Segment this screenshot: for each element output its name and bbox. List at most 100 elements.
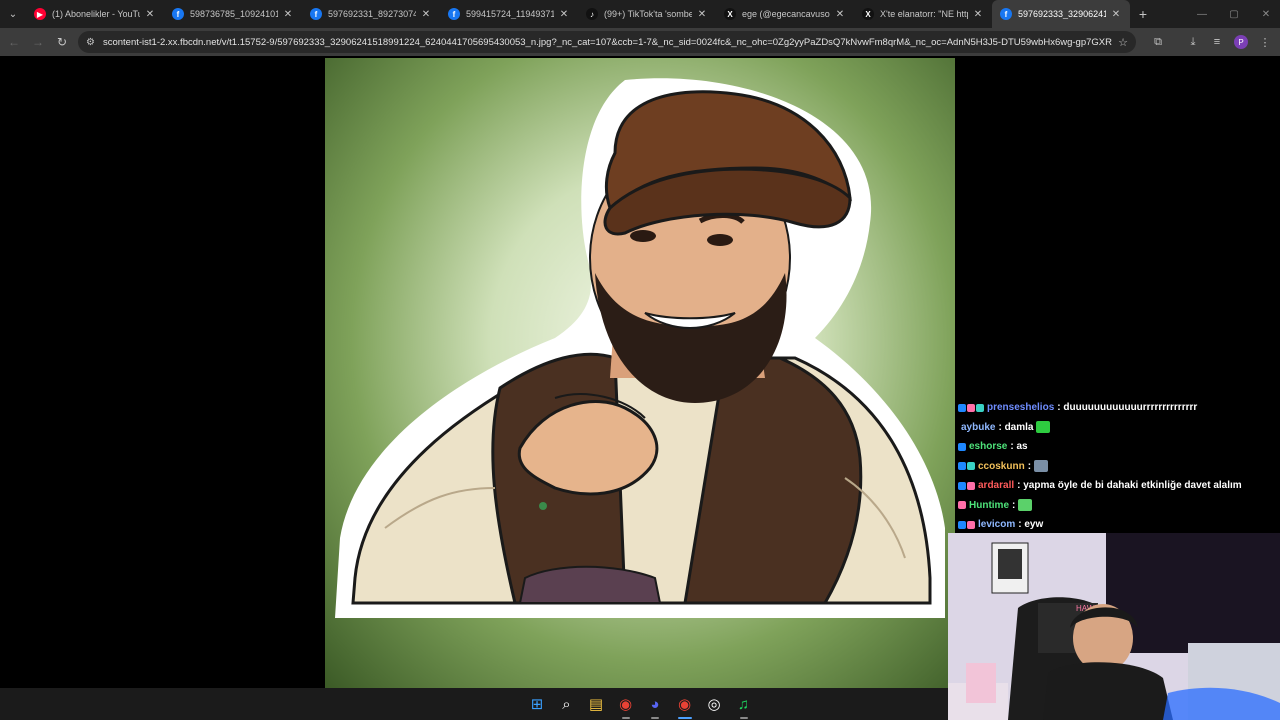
discord-icon[interactable]: ◕ [645, 694, 665, 714]
tab-close-icon[interactable]: ✕ [696, 9, 708, 20]
chat-username[interactable]: eshorse [969, 441, 1007, 452]
chat-text: : [1012, 499, 1016, 511]
tab-title: X'te elanatorr: "NE https:// [880, 9, 968, 19]
browser-tab[interactable]: f 599415724_1194937102658 ✕ [440, 0, 578, 28]
tab-close-icon[interactable]: ✕ [558, 9, 570, 20]
chat-badges [958, 501, 966, 510]
tab-title: 597692331_8927307400051 [328, 9, 416, 19]
chat-emote-icon [1018, 499, 1033, 512]
running-indicator [621, 717, 630, 719]
browser-tab[interactable]: ▶ (1) Abonelikler - YouTube ✕ [26, 0, 164, 28]
webcam-overlay: HAWK [948, 533, 1280, 720]
chat-message: levicom: eyw [958, 515, 1278, 535]
tab-close-icon[interactable]: ✕ [420, 9, 432, 20]
chat-username[interactable]: ccoskunn [978, 461, 1025, 472]
tab-title: 599415724_1194937102658 [466, 9, 554, 19]
facebook-icon: f [172, 8, 184, 20]
site-info-icon[interactable]: ⚙ [86, 37, 95, 48]
tab-title: 597692333_3290624151899 [1018, 9, 1106, 19]
webcam-scene: HAWK [948, 533, 1280, 720]
chat-username[interactable]: aybuke [961, 422, 995, 433]
chat-badge-icon [967, 520, 975, 529]
tab-strip: ⌄ ▶ (1) Abonelikler - YouTube ✕ f 598736785_… [0, 0, 1280, 28]
search-icon[interactable]: ⌕ [557, 694, 577, 714]
browser-tab[interactable]: f 597692331_8927307400051 ✕ [302, 0, 440, 28]
screen: ⌄ ▶ (1) Abonelikler - YouTube ✕ f 598736785_… [0, 0, 1280, 720]
chat-text: : duuuuuuuuuuuurrrrrrrrrrrrrr [1057, 402, 1198, 414]
chat-emote-icon [1034, 460, 1049, 473]
menu-icon[interactable]: ⋮ [1253, 28, 1277, 56]
chat-badges [958, 520, 975, 529]
tab-title: ege (@egecancavusoglu) [742, 9, 830, 19]
tab-title: (99+) TikTok'ta 'somber5 [604, 9, 692, 19]
download-icon[interactable]: ⤓ [1181, 28, 1205, 56]
chat-text: : [1027, 460, 1032, 472]
chat-emote-icon [1036, 421, 1051, 434]
tab-close-icon[interactable]: ✕ [834, 9, 846, 20]
chat-badge-icon [958, 403, 966, 412]
chat-badge-icon [958, 481, 966, 490]
chrome-active-icon[interactable]: ◉ [675, 694, 695, 714]
chat-badge-icon [958, 501, 966, 510]
browser-tab[interactable]: X X'te elanatorr: "NE https:// ✕ [854, 0, 992, 28]
chat-badges [958, 481, 975, 490]
running-indicator [677, 717, 692, 719]
chat-message: Huntime: [958, 496, 1278, 516]
tiktok-icon: ♪ [586, 8, 598, 20]
facebook-icon: f [448, 8, 460, 20]
portrait-image [325, 58, 955, 688]
chat-text: : eyw [1018, 519, 1044, 531]
chat-username[interactable]: prenseshelios [987, 402, 1054, 413]
chat-badges [958, 462, 975, 471]
address-bar[interactable]: ⚙ scontent-ist1-2.xx.fbcdn.net/v/t1.1575… [78, 31, 1136, 53]
chat-text: : yapma öyle de bi dahaki etkinliğe dave… [1017, 480, 1242, 492]
browser-tab[interactable]: f 597692333_3290624151899 ✕ [992, 0, 1130, 28]
chat-username[interactable]: Huntime [969, 500, 1009, 511]
tab-close-icon[interactable]: ✕ [282, 9, 294, 20]
browser-tab[interactable]: Xege (@egecancavusoglu) ✕ [716, 0, 854, 28]
bookmark-star-icon[interactable]: ☆ [1118, 36, 1128, 49]
tab-title: (1) Abonelikler - YouTube [52, 9, 140, 19]
reload-button[interactable]: ↻ [50, 28, 74, 56]
media-control-icon[interactable]: ≡ [1205, 28, 1229, 56]
chat-message: ccoskunn: [958, 457, 1278, 477]
portrait-illustration [335, 78, 945, 619]
profile-avatar[interactable]: P [1229, 28, 1253, 56]
close-window-button[interactable]: ✕ [1250, 0, 1280, 28]
facebook-icon: f [310, 8, 322, 20]
chat-badge-icon [958, 520, 966, 529]
windows-start-icon[interactable]: ⊞ [527, 694, 547, 714]
url-text[interactable]: scontent-ist1-2.xx.fbcdn.net/v/t1.15752-… [103, 37, 1112, 48]
forward-button[interactable]: → [26, 28, 50, 56]
extensions-icon[interactable]: ⧉ [1146, 28, 1170, 56]
tab-close-icon[interactable]: ✕ [972, 9, 984, 20]
file-explorer-icon[interactable]: ▤ [586, 694, 606, 714]
chrome-icon[interactable]: ◉ [616, 694, 636, 714]
chat-username[interactable]: levicom [978, 519, 1015, 530]
running-indicator [651, 717, 659, 719]
chat-text: : as [1010, 441, 1028, 453]
tab-close-icon[interactable]: ✕ [144, 9, 156, 20]
chat-message: ardarall: yapma öyle de bi dahaki etkinl… [958, 476, 1278, 496]
chat-username[interactable]: ardarall [978, 480, 1014, 491]
youtube-icon: ▶ [34, 8, 46, 20]
chat-badges [958, 442, 966, 451]
chat-badge-icon [967, 403, 975, 412]
minimize-button[interactable]: — [1186, 0, 1218, 28]
new-tab-button[interactable]: + [1130, 0, 1156, 28]
browser-tab[interactable]: ♪ (99+) TikTok'ta 'somber5 ✕ [578, 0, 716, 28]
chat-badge-icon [958, 442, 966, 451]
spotify-icon[interactable]: ♫ [734, 694, 754, 714]
chat-text: : damla [998, 421, 1034, 433]
browser-tab[interactable]: f 598736785_1092410112935 ✕ [164, 0, 302, 28]
maximize-button[interactable]: ▢ [1218, 0, 1250, 28]
facebook-icon: f [1000, 8, 1012, 20]
x-icon: X [724, 8, 736, 20]
obs-icon[interactable]: ◎ [704, 694, 724, 714]
back-button[interactable]: ← [2, 28, 26, 56]
running-indicator [739, 717, 748, 719]
tab-close-icon[interactable]: ✕ [1110, 9, 1122, 20]
chat-message: prenseshelios: duuuuuuuuuuuurrrrrrrrrrrr… [958, 398, 1278, 418]
chat-message: aybuke: damla [958, 418, 1278, 438]
tab-search-button[interactable]: ⌄ [0, 0, 26, 28]
